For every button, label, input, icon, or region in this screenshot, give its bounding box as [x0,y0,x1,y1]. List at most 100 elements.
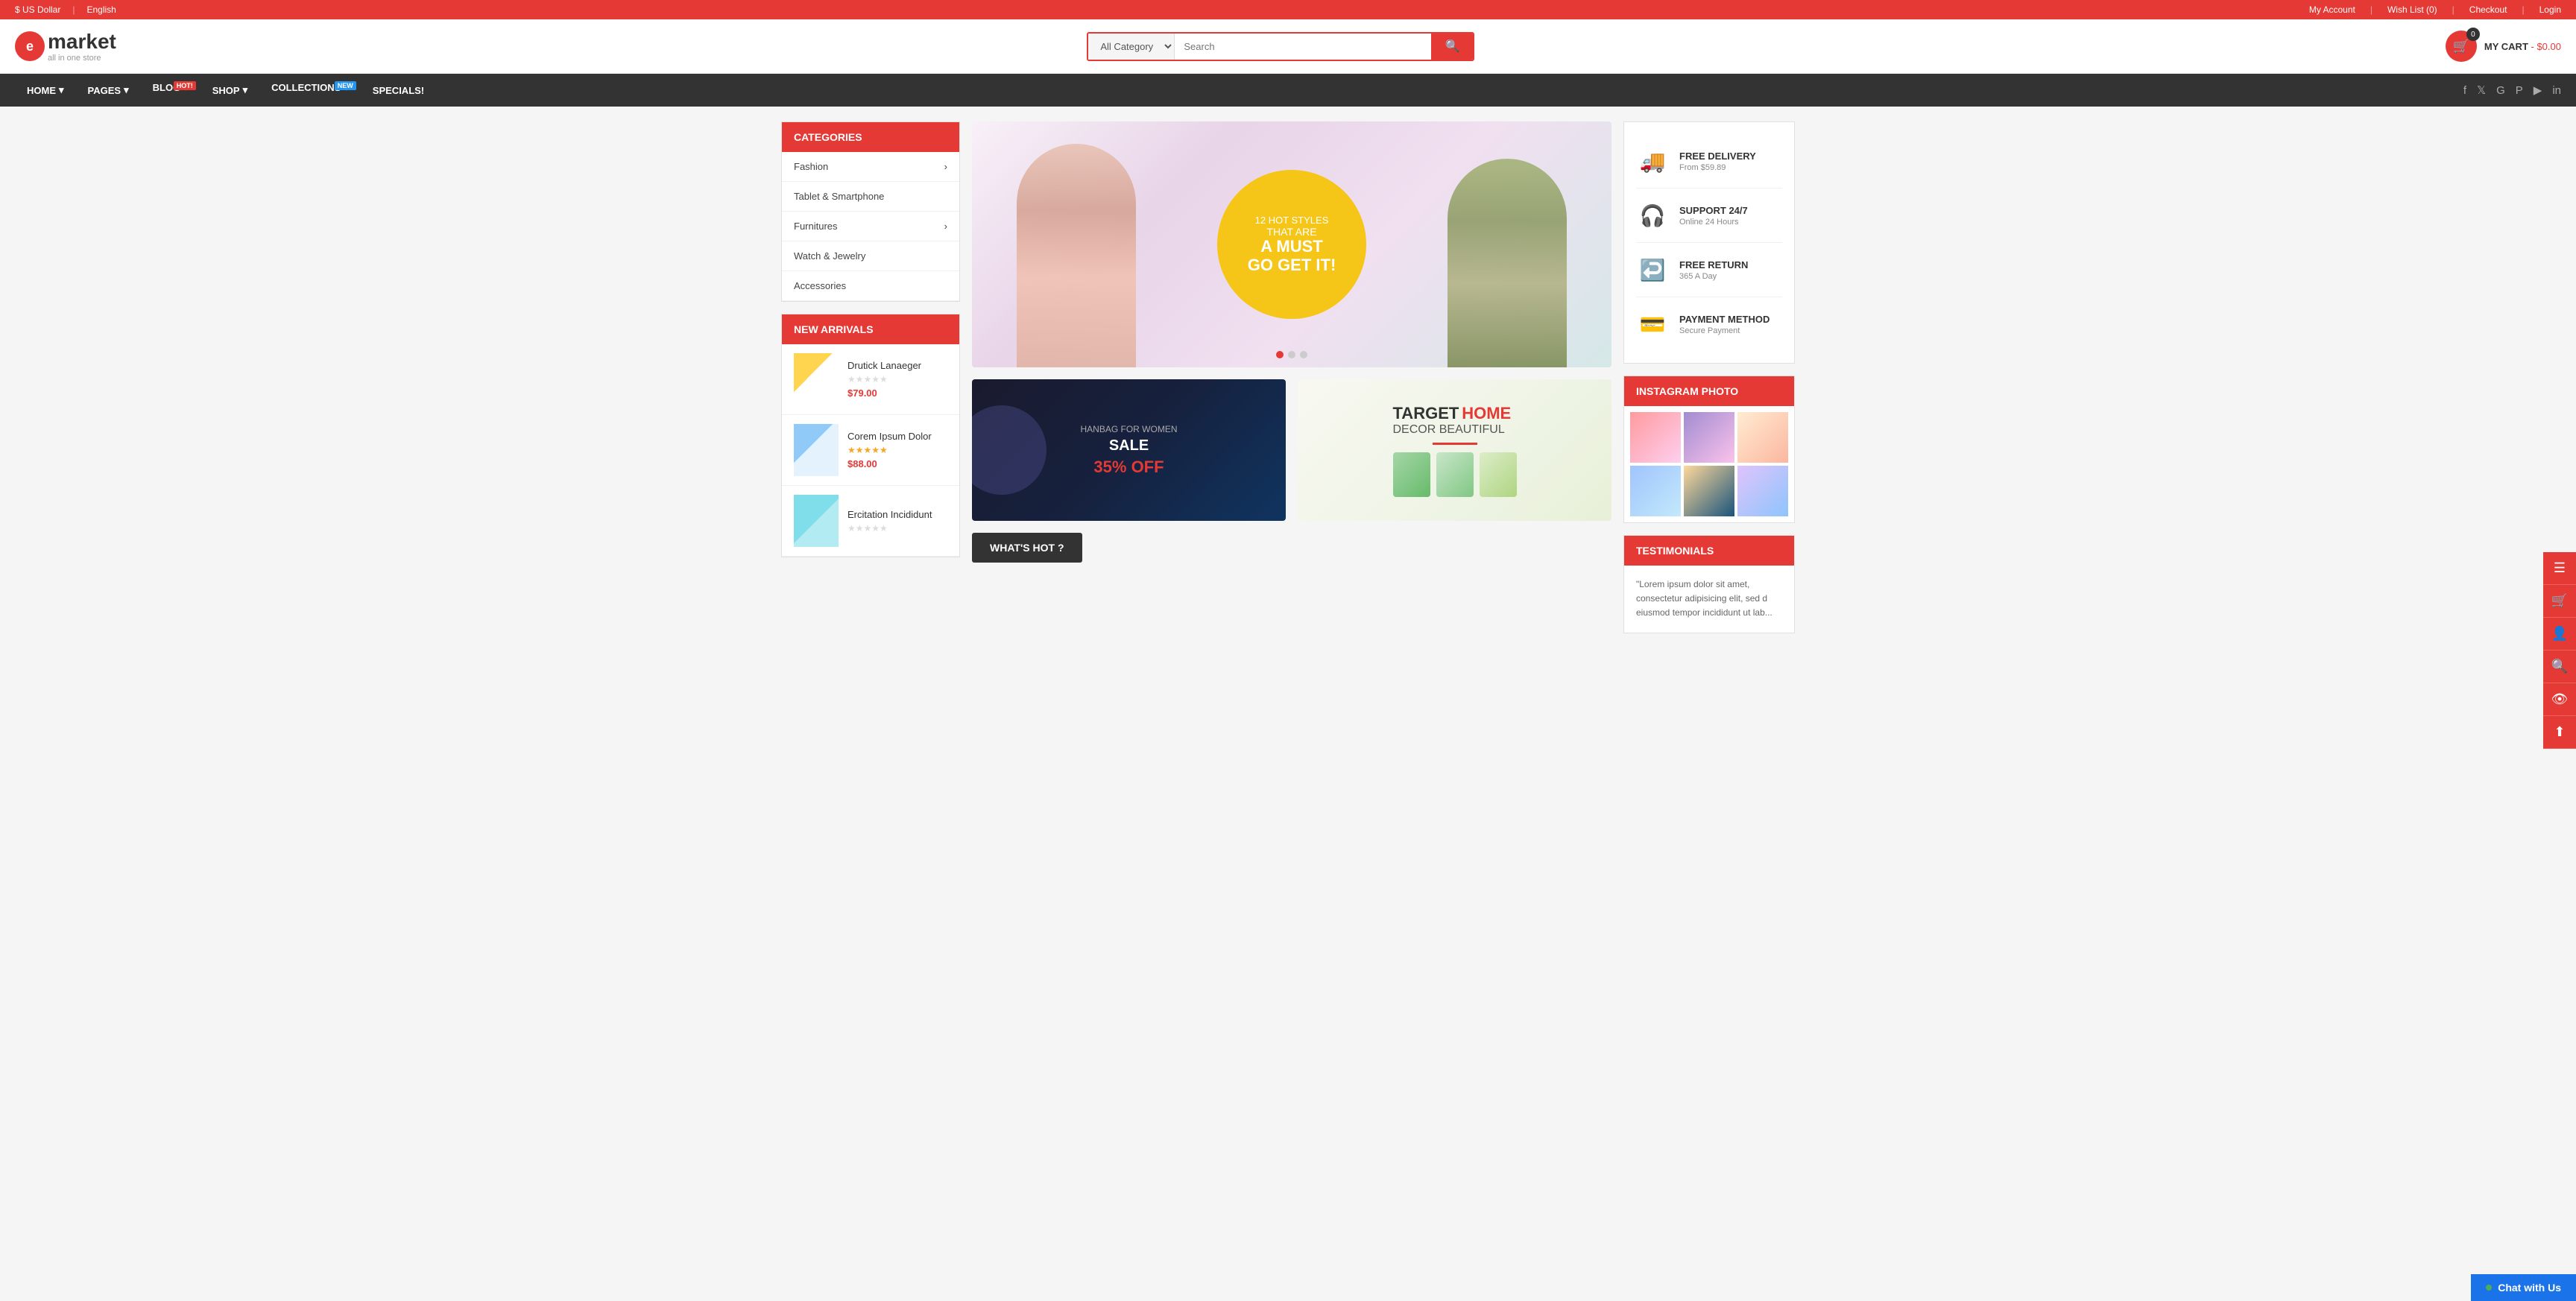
floating-up-btn[interactable]: ⬆ [2543,716,2576,749]
checkout-link[interactable]: Checkout [2469,4,2507,15]
hero-dot-2[interactable] [1288,351,1295,358]
currency-selector[interactable]: $ US Dollar [15,4,60,15]
nav-specials[interactable]: SPECIALS! [361,75,436,107]
whats-hot-button[interactable]: WHAT'S HOT ? [972,533,1082,563]
sidebar-left: CATEGORIES Fashion› Tablet & Smartphone … [781,121,960,633]
banner-light-line [1433,443,1477,445]
insta-photo-4[interactable] [1630,466,1681,516]
logo-text-wrap: market all in one store [48,30,116,63]
testimonials-box: TESTIMONIALS "Lorem ipsum dolor sit amet… [1623,535,1795,633]
chat-label: Chat with Us [2498,1282,2561,1294]
feature-delivery-sub: From $59.89 [1679,163,1782,172]
feature-payment-sub: Secure Payment [1679,326,1782,335]
feature-return-info: FREE RETURN 365 A Day [1679,259,1782,281]
arrival-name-2[interactable]: Corem Ipsum Dolor [847,431,947,442]
facebook-icon[interactable]: f [2463,84,2466,97]
banner-dark-sub: HANBAG FOR WOMEN [1080,424,1177,434]
arrival-item-2: Corem Ipsum Dolor ★★★★★ $88.00 [782,415,959,486]
chat-widget[interactable]: Chat with Us [2471,1274,2576,1301]
floating-menu-btn[interactable]: ☰ [2543,552,2576,585]
search-button[interactable]: 🔍 [1431,34,1473,60]
cart-area: 🛒 0 MY CART - $0.00 [2446,31,2561,62]
floating-user-btn[interactable]: 👤 [2543,618,2576,650]
feature-delivery: 🚚 FREE DELIVERY From $59.89 [1636,134,1782,189]
sidebar-right: 🚚 FREE DELIVERY From $59.89 🎧 SUPPORT 24… [1623,121,1795,633]
arrival-name-3[interactable]: Ercitation Incididunt [847,509,947,520]
feature-payment-title: PAYMENT METHOD [1679,314,1782,325]
nav-pages[interactable]: PAGES ▾ [76,74,141,107]
logo[interactable]: e market all in one store [15,30,116,63]
arrival-image-2 [794,424,839,476]
payment-icon: 💳 [1636,308,1669,341]
pinterest-icon[interactable]: P [2516,84,2523,97]
insta-photo-1[interactable] [1630,412,1681,463]
feature-return-sub: 365 A Day [1679,272,1782,281]
wishlist-link[interactable]: Wish List (0) [2387,4,2437,15]
arrival-price-2: $88.00 [847,458,947,469]
language-selector[interactable]: English [86,4,116,15]
search-input[interactable] [1175,34,1431,60]
banner-dark-discount: 35% OFF [1080,458,1177,477]
divider4: | [2522,4,2525,15]
hero-circle-text1: 12 HOT STYLES [1255,215,1329,226]
plant-img-1 [1393,452,1430,497]
delivery-icon: 🚚 [1636,145,1669,177]
search-category-select[interactable]: All Category [1088,34,1175,60]
cart-price: - $0.00 [2531,41,2561,52]
floating-cart-btn[interactable]: 🛒 [2543,585,2576,618]
arrival-name-1[interactable]: Drutick Lanaeger [847,360,947,371]
hero-banner: 12 HOT STYLES THAT ARE A MUSTGO GET IT! [972,121,1611,367]
linkedin-icon[interactable]: in [2552,84,2561,97]
bottom-banners: HANBAG FOR WOMEN SALE 35% OFF TARGET HOM… [972,379,1611,521]
cart-icon[interactable]: 🛒 0 [2446,31,2477,62]
insta-photo-6[interactable] [1737,466,1788,516]
search-bar: All Category 🔍 [1087,32,1474,61]
hero-dot-1[interactable] [1276,351,1284,358]
cart-badge: 0 [2466,28,2480,41]
header: e market all in one store All Category 🔍… [0,19,2576,74]
feature-return-title: FREE RETURN [1679,259,1782,270]
arrival-info-3: Ercitation Incididunt ★★★★★ [847,509,947,534]
category-tablet[interactable]: Tablet & Smartphone [782,182,959,212]
insta-photo-2[interactable] [1684,412,1734,463]
insta-photo-5[interactable] [1684,466,1734,516]
return-icon: ↩️ [1636,253,1669,286]
logo-name: market [48,30,116,53]
model-left [1017,144,1136,367]
insta-photo-3[interactable] [1737,412,1788,463]
arrival-stars-1: ★★★★★ [847,374,947,384]
blog-badge: Hot! [174,81,196,90]
hero-circle-text3: A MUSTGO GET IT! [1248,238,1336,273]
testimonials-header: TESTIMONIALS [1624,536,1794,566]
category-furnitures[interactable]: Furnitures› [782,212,959,241]
category-watch[interactable]: Watch & Jewelry [782,241,959,271]
nav-blog[interactable]: Hot! BLOG ▾ [141,77,201,104]
floating-eye-btn[interactable]: 👁 [2543,683,2576,716]
banner-dark-title: SALE [1080,437,1177,455]
category-accessories[interactable]: Accessories [782,271,959,301]
nav-shop[interactable]: SHOP ▾ [201,74,259,107]
feature-payment: 💳 PAYMENT METHOD Secure Payment [1636,297,1782,351]
floating-search-btn[interactable]: 🔍 [2543,650,2576,683]
arrival-image-3 [794,495,839,547]
floating-panel: ☰ 🛒 👤 🔍 👁 ⬆ [2543,552,2576,749]
category-fashion[interactable]: Fashion› [782,152,959,182]
feature-support: 🎧 SUPPORT 24/7 Online 24 Hours [1636,189,1782,243]
main-content: CATEGORIES Fashion› Tablet & Smartphone … [766,107,1810,648]
instagram-header: INSTAGRAM PHOTO [1624,376,1794,406]
youtube-icon[interactable]: ▶ [2534,83,2542,97]
my-account-link[interactable]: My Account [2309,4,2355,15]
model-right [1448,159,1567,367]
arrival-stars-2: ★★★★★ [847,445,947,455]
twitter-icon[interactable]: 𝕏 [2477,83,2486,97]
banner-light-content: TARGET HOME DECOR BEAUTIFUL [1393,404,1517,497]
hero-dot-3[interactable] [1300,351,1307,358]
login-link[interactable]: Login [2539,4,2561,15]
nav-collections[interactable]: New COLLECTIONS ▾ [259,77,361,104]
arrival-stars-3: ★★★★★ [847,523,947,534]
google-icon[interactable]: G [2496,84,2505,97]
nav-home[interactable]: HOME ▾ [15,74,76,107]
divider: | [72,4,75,15]
banner-target: TARGET [1393,404,1459,422]
nav-left: HOME ▾ PAGES ▾ Hot! BLOG ▾ SHOP ▾ New CO… [15,74,436,107]
